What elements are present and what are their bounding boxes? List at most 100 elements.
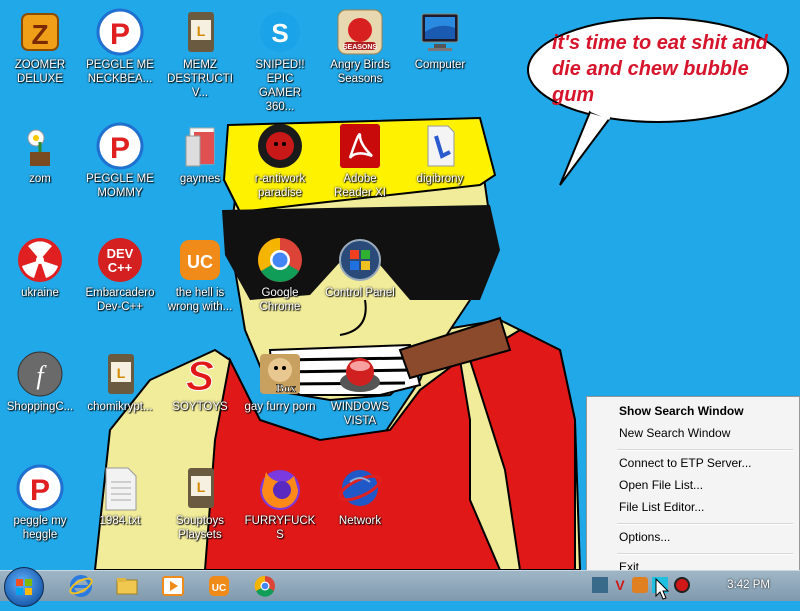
icon-label: gaymes	[179, 173, 221, 185]
tray-app-icon[interactable]	[592, 577, 608, 593]
desktop-icon-adobe-reader[interactable]: Adobe Reader XI	[323, 118, 397, 226]
menu-item-show-search-window[interactable]: Show Search Window	[589, 401, 795, 421]
taskbar-internet-explorer[interactable]	[68, 573, 94, 599]
desktop-icon-peggle-my-heggle[interactable]: P peggle my heggle	[3, 460, 77, 568]
peggle-icon: P	[16, 464, 64, 512]
desktop-icon-windows-vista[interactable]: WINDOWS VISTA	[323, 346, 397, 454]
menu-separator	[617, 553, 793, 555]
taskbar-uc-browser[interactable]: UC	[206, 573, 232, 599]
reddit-icon	[256, 122, 304, 170]
firefox-icon	[256, 464, 304, 512]
icon-label: chomikrypt...	[87, 401, 153, 413]
taskbar-chrome[interactable]	[252, 573, 278, 599]
desktop-icon-shoppingc[interactable]: f ShoppingC...	[3, 346, 77, 454]
svg-text:DEV: DEV	[107, 246, 134, 261]
desktop-icon-1984-txt[interactable]: 1984.txt	[83, 460, 157, 568]
shortcut-file-icon: L	[176, 464, 224, 512]
network-icon	[336, 464, 384, 512]
desktop-icon-uc-browser[interactable]: UC the hell is wrong with...	[163, 232, 237, 340]
icon-label: SOYTOYS	[172, 401, 228, 413]
menu-item-file-list-editor[interactable]: File List Editor...	[589, 497, 795, 517]
desktop-icon-angry-birds-seasons[interactable]: SEASONS Angry Birds Seasons	[323, 4, 397, 112]
svg-text:S: S	[271, 18, 288, 48]
peggle-icon: P	[96, 122, 144, 170]
svg-text:P: P	[110, 18, 130, 51]
desktop-icon-gay-furry-porn[interactable]: Box gay furry porn	[243, 346, 317, 454]
desktop-icon-peggle-me-neckbea[interactable]: P PEGGLE ME NECKBEA...	[83, 4, 157, 112]
icon-label: digibrony	[416, 173, 464, 185]
text-file-icon	[96, 464, 144, 512]
internet-explorer-icon	[69, 575, 93, 597]
dev-cpp-icon: DEV C++	[96, 236, 144, 284]
tray-search-app-icon[interactable]	[632, 577, 648, 593]
svg-text:P: P	[30, 474, 50, 507]
shortcut-file-icon: L	[96, 350, 144, 398]
svg-text:C++: C++	[108, 260, 133, 275]
desktop-icon-gaymes[interactable]: gaymes	[163, 118, 237, 226]
desktop-icon-sniped[interactable]: S SNIPED!! EPIC GAMER 360...	[243, 4, 317, 113]
desktop[interactable]: it's time to eat shit and die and chew b…	[0, 0, 800, 570]
chrome-icon	[254, 575, 275, 597]
desktop-icon-zom[interactable]: zom	[3, 118, 77, 226]
desktop-icon-control-panel[interactable]: Control Panel	[323, 232, 397, 340]
shortcut-file-icon: L	[176, 8, 224, 56]
desktop-icon-memz[interactable]: L MEMZ DESTRUCTIV...	[163, 4, 237, 112]
icon-label: Control Panel	[325, 287, 395, 299]
svg-text:L: L	[117, 365, 126, 381]
tray-context-menu: Show Search Window New Search Window Con…	[586, 396, 800, 570]
svg-text:UC: UC	[212, 583, 226, 594]
hamster-box-icon: Box	[256, 350, 304, 398]
taskbar-media-player[interactable]	[160, 573, 186, 599]
icon-label: Computer	[414, 59, 466, 71]
desktop-icon-soytoys[interactable]: S SOYTOYS	[163, 346, 237, 454]
menu-item-exit[interactable]: Exit	[589, 557, 795, 570]
svg-text:S: S	[186, 352, 214, 398]
uc-browser-icon: UC	[209, 576, 229, 596]
menu-separator	[617, 449, 793, 451]
svg-text:P: P	[110, 132, 130, 165]
menu-item-new-search-window[interactable]: New Search Window	[589, 423, 795, 443]
desktop-icon-peggle-me-mommy[interactable]: P PEGGLE ME MOMMY	[83, 118, 157, 226]
icon-label: Google Chrome	[259, 287, 301, 313]
svg-text:L: L	[197, 23, 206, 39]
menu-item-open-file-list[interactable]: Open File List...	[589, 475, 795, 495]
icon-label: the hell is wrong with...	[167, 287, 233, 313]
icon-label: zom	[29, 173, 51, 185]
desktop-icon-network[interactable]: Network	[323, 460, 397, 568]
desktop-icon-digibrony[interactable]: digibrony	[403, 118, 477, 226]
icon-label: ShoppingC...	[6, 401, 74, 413]
icon-label: FURRYFUCKS	[244, 515, 316, 541]
desktop-icon-ukraine[interactable]: ukraine	[3, 232, 77, 340]
tray-record-icon[interactable]	[674, 577, 690, 593]
menu-item-connect-etp-server[interactable]: Connect to ETP Server...	[589, 453, 795, 473]
clock[interactable]: 3:42 PM	[727, 579, 770, 591]
desktop-icon-google-chrome[interactable]: Google Chrome	[243, 232, 317, 340]
icon-label: WINDOWS VISTA	[330, 401, 390, 427]
icon-label: Angry Birds Seasons	[330, 59, 390, 85]
icon-label: MEMZ DESTRUCTIV...	[167, 59, 233, 99]
soytoys-icon: S	[176, 350, 224, 400]
control-panel-icon	[336, 236, 384, 284]
svg-text:L: L	[197, 479, 206, 495]
icon-label: Embarcadero Dev-C++	[85, 287, 155, 313]
svg-text:Z: Z	[31, 19, 48, 50]
vista-orb-icon	[336, 350, 384, 398]
start-button[interactable]	[4, 567, 44, 607]
uc-browser-icon: UC	[176, 236, 224, 284]
desktop-icon-furryfucks[interactable]: FURRYFUCKS	[243, 460, 317, 568]
desktop-icon-zoomer-deluxe[interactable]: Z ZOOMER DELUXE	[3, 4, 77, 112]
zoomer-deluxe-icon: Z	[16, 8, 64, 56]
tray-antivirus-icon[interactable]: V	[612, 577, 628, 593]
desktop-icon-computer[interactable]: Computer	[403, 4, 477, 112]
icon-label: Adobe Reader XI	[334, 173, 386, 199]
desktop-icon-souptoys-playsets[interactable]: L Souptoys Playsets	[163, 460, 237, 568]
menu-separator	[617, 523, 793, 525]
icon-label: 1984.txt	[99, 515, 141, 527]
desktop-icon-chomikrypt[interactable]: L chomikrypt...	[83, 346, 157, 454]
taskbar-file-explorer[interactable]	[114, 573, 140, 599]
desktop-icon-r-antiwork[interactable]: r-antiwork paradise	[243, 118, 317, 226]
desktop-icon-dev-cpp[interactable]: DEV C++ Embarcadero Dev-C++	[83, 232, 157, 340]
menu-item-options[interactable]: Options...	[589, 527, 795, 547]
taskbar: UC V 3:42 PM	[0, 567, 800, 607]
angry-birds-icon: SEASONS	[336, 8, 384, 56]
